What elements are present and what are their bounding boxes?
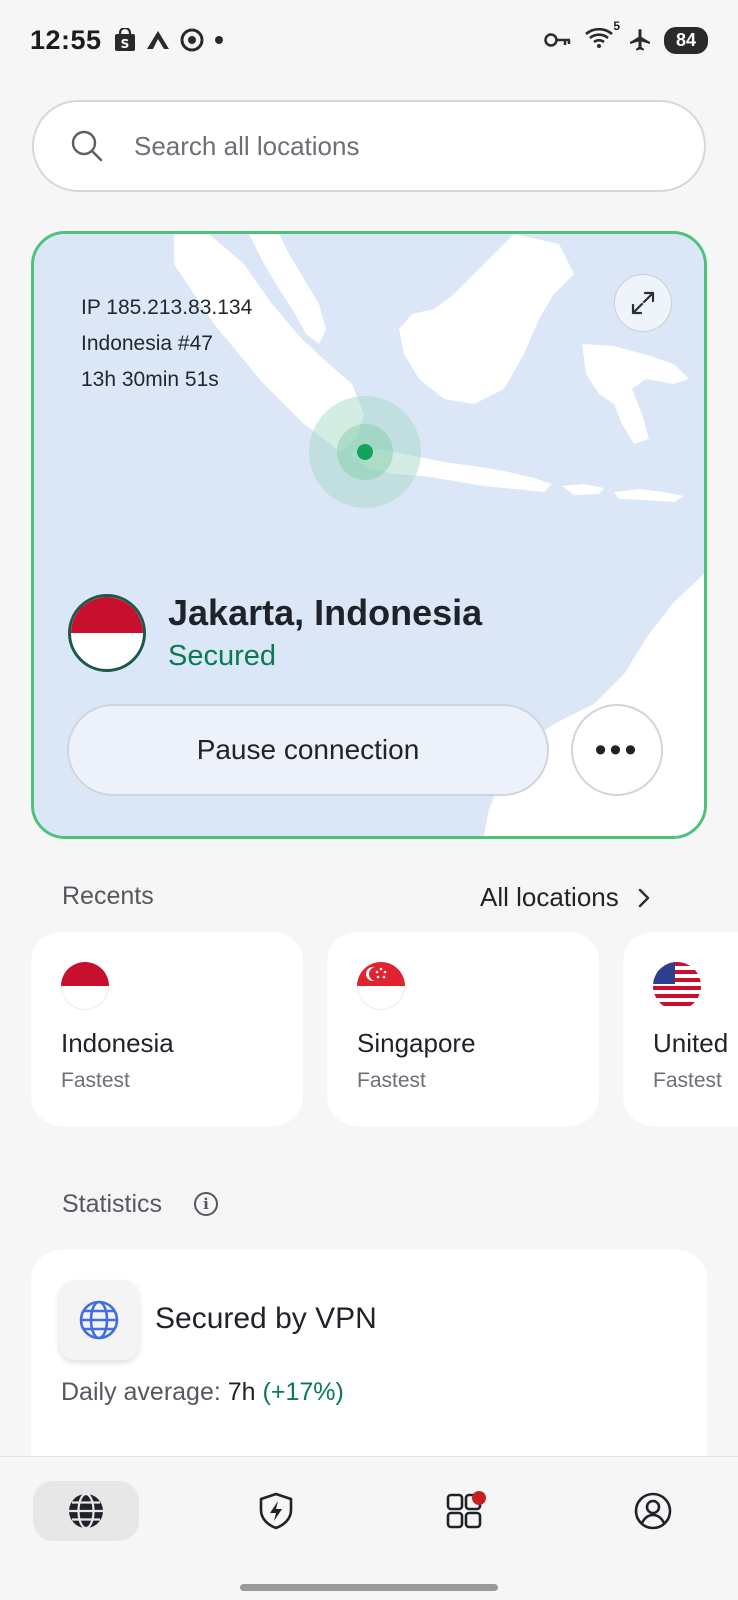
globe-icon [69, 1492, 103, 1530]
status-system-icons: 5 84 [544, 19, 708, 56]
home-indicator[interactable] [240, 1584, 498, 1591]
recent-item-indonesia[interactable]: Indonesia Fastest [31, 932, 303, 1126]
indonesia-flag-icon [61, 962, 109, 1010]
nord-icon [146, 31, 169, 49]
battery-indicator: 84 [664, 26, 708, 54]
chevron-right-icon [638, 888, 649, 907]
expand-icon [631, 291, 655, 315]
bottom-navigation [0, 1456, 738, 1600]
usa-flag-icon [653, 962, 701, 1010]
recent-item-sub: Fastest [357, 1069, 426, 1092]
notification-badge [472, 1491, 486, 1505]
connection-details: IP 185.213.83.134 Indonesia #47 13h 30mi… [81, 290, 252, 398]
shield-bolt-icon [259, 1492, 293, 1530]
recent-item-name: Singapore [357, 1028, 476, 1058]
shop-icon: S [114, 28, 135, 51]
svg-text:S: S [120, 37, 129, 51]
ip-address: IP 185.213.83.134 [81, 296, 253, 319]
globe-icon [79, 1300, 119, 1340]
airplane-icon [630, 29, 650, 51]
pause-connection-button[interactable]: Pause connection [67, 704, 549, 796]
statistics-title: Statistics [62, 1190, 163, 1218]
all-locations-label: All locations [480, 882, 619, 912]
wifi-indicator: 5 [584, 19, 620, 56]
connection-status: Secured [168, 640, 277, 672]
daily-average-value: 7h [227, 1378, 256, 1406]
nav-item-map[interactable] [33, 1481, 139, 1541]
recent-item-singapore[interactable]: Singapore Fastest [327, 932, 599, 1126]
recent-item-name: United [653, 1028, 729, 1058]
recents-title: Recents [62, 882, 154, 910]
wifi-label: 5 [613, 18, 620, 33]
current-location: Jakarta, Indonesia Secured [68, 592, 482, 673]
info-icon[interactable]: i [194, 1192, 218, 1216]
wifi-icon [585, 27, 613, 48]
status-notification-icons: S [114, 28, 225, 52]
nav-item-apps[interactable] [412, 1481, 518, 1541]
search-input[interactable] [134, 130, 654, 162]
search-bar[interactable] [32, 100, 706, 192]
vpn-key-icon [544, 33, 571, 47]
expand-map-button[interactable] [614, 274, 672, 332]
recent-item-united[interactable]: United Fastest [623, 932, 738, 1126]
profile-icon [634, 1492, 672, 1530]
recent-item-sub: Fastest [653, 1069, 722, 1092]
dot-icon [214, 36, 223, 44]
nav-item-profile[interactable] [600, 1481, 706, 1541]
recent-item-name: Indonesia [61, 1028, 174, 1058]
indonesia-flag-icon [68, 593, 146, 672]
singapore-flag-icon [357, 962, 405, 1010]
stats-card-title: Secured by VPN [155, 1302, 377, 1335]
connection-card: IP 185.213.83.134 Indonesia #47 13h 30mi… [31, 231, 707, 839]
server-name: Indonesia #47 [81, 332, 213, 355]
location-title: Jakarta, Indonesia [168, 592, 483, 633]
daily-average: Daily average: 7h (+17%) [61, 1378, 344, 1407]
daily-average-label: Daily average: [61, 1378, 221, 1406]
status-bar: 12:55 S 5 84 [0, 0, 738, 80]
status-time: 12:55 [30, 24, 102, 55]
recent-item-sub: Fastest [61, 1069, 130, 1092]
target-icon [180, 28, 204, 52]
more-options-button[interactable]: ••• [571, 704, 663, 796]
nav-item-protection[interactable] [223, 1481, 329, 1541]
all-locations-link[interactable]: All locations [480, 882, 651, 913]
search-icon [71, 130, 103, 162]
daily-average-delta: (+17%) [262, 1378, 344, 1406]
connection-duration: 13h 30min 51s [81, 368, 219, 391]
globe-tile [59, 1280, 139, 1360]
